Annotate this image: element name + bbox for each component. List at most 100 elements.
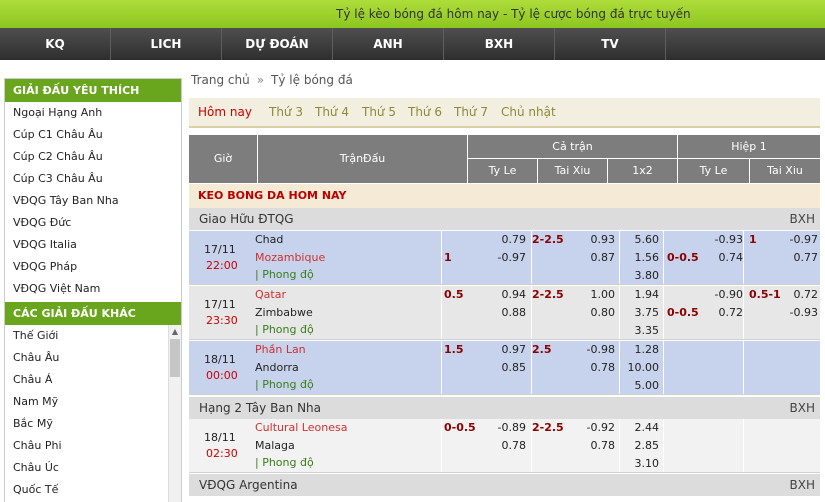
- nav-anh[interactable]: ANH: [333, 28, 444, 60]
- home-team[interactable]: Chad: [255, 233, 283, 246]
- h1-handicap-line: 0-0.5: [667, 306, 699, 319]
- sidebar-item-vdqg-duc[interactable]: VĐQG Đức: [5, 212, 181, 234]
- tab-chu-nhat[interactable]: Chủ nhật: [501, 105, 556, 119]
- favorite-leagues-heading: GIẢI ĐẤU YÊU THÍCH: [5, 79, 181, 102]
- sidebar-item-chau-au[interactable]: Châu Âu: [5, 347, 169, 369]
- sidebar-item-chau-a[interactable]: Châu Á: [5, 369, 169, 391]
- home-team[interactable]: Phần Lan: [255, 343, 306, 356]
- sidebar-item-nam-my[interactable]: Nam Mỹ: [5, 391, 169, 413]
- nav-du-doan[interactable]: DỰ ĐOÁN: [222, 28, 333, 60]
- col-tran-dau: TrậnĐấu: [258, 135, 468, 183]
- h1-away-odds: 0.72: [718, 306, 744, 319]
- breadcrumb-current[interactable]: Tỷ lệ bóng đá: [271, 73, 353, 87]
- nav-kq[interactable]: KQ: [0, 28, 111, 60]
- sidebar-item-cup-c3[interactable]: Cúp C3 Châu Âu: [5, 168, 181, 190]
- sidebar-item-vdqg-italia[interactable]: VĐQG Italia: [5, 234, 181, 256]
- column-divider: [743, 341, 744, 394]
- nav-bxh[interactable]: BXH: [444, 28, 555, 60]
- under-odds: 0.78: [590, 361, 616, 374]
- over-under-line: 2-2.5: [532, 288, 564, 301]
- form-link[interactable]: | Phong độ: [255, 456, 314, 469]
- away-team[interactable]: Zimbabwe: [255, 306, 313, 319]
- column-divider: [663, 419, 664, 472]
- match-time: 00:00: [206, 369, 238, 382]
- sidebar-item-cup-c1[interactable]: Cúp C1 Châu Âu: [5, 124, 181, 146]
- match-time: 23:30: [206, 314, 238, 327]
- home-team[interactable]: Qatar: [255, 288, 286, 301]
- sidebar-item-chau-uc[interactable]: Châu Úc: [5, 457, 169, 479]
- h1-handicap-line: 0-0.5: [667, 251, 699, 264]
- over-under-line: 2.5: [532, 343, 552, 356]
- tab-thu-3[interactable]: Thứ 3: [269, 105, 303, 119]
- breadcrumb-home[interactable]: Trang chủ: [191, 73, 250, 87]
- column-divider: [743, 419, 744, 472]
- away-team[interactable]: Malaga: [255, 439, 295, 452]
- sidebar-item-ngoai-hang-anh[interactable]: Ngoại Hạng Anh: [5, 102, 181, 124]
- scroll-up-arrow-icon[interactable]: ▲: [169, 325, 181, 339]
- column-divider: [619, 341, 620, 394]
- home-team[interactable]: Cultural Leonesa: [255, 421, 347, 434]
- tab-thu-6[interactable]: Thứ 6: [408, 105, 442, 119]
- nav-tv[interactable]: TV: [555, 28, 666, 60]
- odds-x: 3.35: [634, 324, 660, 337]
- col-h1-tai-xiu: Tai Xiu: [767, 164, 803, 177]
- form-link[interactable]: | Phong độ: [255, 268, 314, 281]
- league-bxh-link[interactable]: BXH: [790, 474, 815, 496]
- tab-thu-7[interactable]: Thứ 7: [454, 105, 488, 119]
- scrollbar-thumb[interactable]: [170, 339, 180, 377]
- over-odds: 1.00: [590, 288, 616, 301]
- over-odds: 0.93: [590, 233, 616, 246]
- breadcrumb: Trang chủ » Tỷ lệ bóng đá: [191, 73, 353, 87]
- col-tai-xiu: Tai Xiu: [538, 159, 608, 183]
- column-divider: [619, 231, 620, 284]
- handicap-line: 1.5: [444, 343, 464, 356]
- day-tabs: Hôm nay Thứ 3 Thứ 4 Thứ 5 Thứ 6 Thứ 7 Ch…: [189, 98, 820, 128]
- sidebar-scrollbar[interactable]: ▲: [168, 325, 181, 502]
- match-time: 22:00: [206, 259, 238, 272]
- form-link[interactable]: | Phong độ: [255, 378, 314, 391]
- league-bxh-link[interactable]: BXH: [790, 397, 815, 419]
- sidebar-item-vdqg-viet-nam[interactable]: VĐQG Việt Nam: [5, 278, 181, 300]
- league-name[interactable]: Hạng 2 Tây Ban Nha: [199, 397, 321, 419]
- h1-away-odds: 0.74: [718, 251, 744, 264]
- match-date: 18/11: [204, 353, 236, 366]
- away-team[interactable]: Andorra: [255, 361, 299, 374]
- col-hiep-1: Hiệp 1: [678, 135, 820, 159]
- odds-1: 5.60: [634, 233, 660, 246]
- under-odds: 0.80: [590, 306, 616, 319]
- away-team[interactable]: Mozambique: [255, 251, 325, 264]
- sidebar-item-the-gioi[interactable]: Thế Giới: [5, 325, 169, 347]
- match-row: 18/11 00:00 Phần Lan Andorra | Phong độ 1.5 0.…: [189, 341, 820, 395]
- match-row: 17/11 23:30 Qatar Zimbabwe | Phong độ 0.5 0.94…: [189, 286, 820, 340]
- form-link[interactable]: | Phong độ: [255, 323, 314, 336]
- other-leagues-heading: CÁC GIẢI ĐẤU KHÁC: [5, 302, 181, 325]
- tab-thu-4[interactable]: Thứ 4: [315, 105, 349, 119]
- other-leagues-list: Thế Giới Châu Âu Châu Á Nam Mỹ Bắc Mỹ Ch…: [5, 325, 169, 501]
- sidebar-item-chau-phi[interactable]: Châu Phi: [5, 435, 169, 457]
- tab-thu-5[interactable]: Thứ 5: [362, 105, 396, 119]
- column-divider: [441, 286, 442, 339]
- odds-x: 3.10: [634, 457, 660, 470]
- tab-hom-nay[interactable]: Hôm nay: [198, 105, 252, 119]
- sidebar-item-vdqg-phap[interactable]: VĐQG Pháp: [5, 256, 181, 278]
- home-odds: 0.94: [501, 288, 527, 301]
- league-name[interactable]: VĐQG Argentina: [199, 474, 298, 496]
- nav-lich[interactable]: LICH: [111, 28, 222, 60]
- column-divider: [663, 231, 664, 284]
- league-bxh-link[interactable]: BXH: [790, 208, 815, 230]
- handicap-line: 0.5: [444, 288, 464, 301]
- league-name[interactable]: Giao Hữu ĐTQG: [199, 208, 294, 230]
- handicap-line: 0-0.5: [444, 421, 476, 434]
- odds-2: 1.56: [634, 251, 660, 264]
- main-nav: KQ LICH DỰ ĐOÁN ANH BXH TV: [0, 28, 825, 60]
- sidebar-item-cup-c2[interactable]: Cúp C2 Châu Âu: [5, 146, 181, 168]
- column-divider: [441, 231, 442, 284]
- sidebar-item-bac-my[interactable]: Bắc Mỹ: [5, 413, 169, 435]
- over-under-line: 2-2.5: [532, 233, 564, 246]
- column-divider: [619, 286, 620, 339]
- section-banner: KEO BONG DA HOM NAY: [189, 184, 820, 208]
- match-row: 18/11 02:30 Cultural Leonesa Malaga | Phong …: [189, 419, 820, 473]
- sidebar-item-quoc-te[interactable]: Quốc Tế: [5, 479, 169, 501]
- h1-under-odds: 0.77: [793, 251, 819, 264]
- sidebar-item-vdqg-tay-ban-nha[interactable]: VĐQG Tây Ban Nha: [5, 190, 181, 212]
